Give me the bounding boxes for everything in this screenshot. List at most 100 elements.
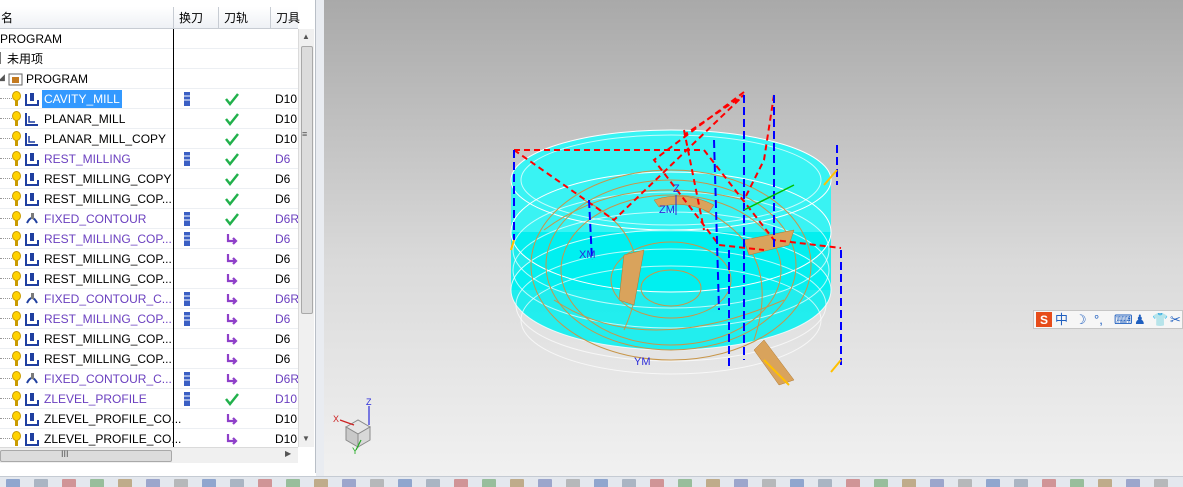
operation-row[interactable]: REST_MILLING_COPY D6: [0, 169, 298, 189]
toolbar-button-icon[interactable]: [874, 479, 888, 487]
operation-row[interactable]: REST_MILLING D6: [0, 149, 298, 169]
panel-splitter[interactable]: [316, 0, 324, 476]
tree-row-program[interactable]: ◢ PROGRAM: [0, 69, 298, 89]
column-header-name[interactable]: 名: [0, 7, 174, 29]
planar-mill-icon: [25, 113, 38, 126]
toolbar-button-icon[interactable]: [930, 479, 944, 487]
moon-icon[interactable]: ☽: [1075, 312, 1087, 328]
toolbar-button-icon[interactable]: [174, 479, 188, 487]
scroll-right-arrow-icon[interactable]: ▶: [285, 449, 291, 458]
operation-name: PLANAR_MILL_COPY: [44, 132, 167, 146]
operation-name: REST_MILLING_COPY: [44, 172, 172, 186]
toolbar-button-icon[interactable]: [566, 479, 580, 487]
toolbar-button-icon[interactable]: [90, 479, 104, 487]
horizontal-scrollbar[interactable]: ◀ III ▶: [0, 447, 298, 463]
column-header-tool[interactable]: 刀具: [271, 7, 311, 29]
toolbar-button-icon[interactable]: [958, 479, 972, 487]
tools-icon[interactable]: ✂: [1170, 312, 1181, 328]
toolbar-button-icon[interactable]: [706, 479, 720, 487]
toolbar-button-icon[interactable]: [1126, 479, 1140, 487]
toolbar-button-icon[interactable]: [538, 479, 552, 487]
tree-connector: [0, 438, 12, 439]
operation-row[interactable]: REST_MILLING_COP... D6: [0, 349, 298, 369]
ime-mode-chinese[interactable]: 中: [1055, 312, 1068, 328]
operation-row[interactable]: FIXED_CONTOUR_C... D6R: [0, 369, 299, 389]
vertical-scroll-thumb[interactable]: [301, 46, 313, 314]
toolbar-button-icon[interactable]: [482, 479, 496, 487]
operation-row[interactable]: REST_MILLING_COP... D6: [0, 249, 298, 269]
toolbar-button-icon[interactable]: [6, 479, 20, 487]
toolbar-button-icon[interactable]: [342, 479, 356, 487]
wheel-part-model: [510, 129, 832, 375]
toolbar-button-icon[interactable]: [34, 479, 48, 487]
toolbar-button-icon[interactable]: [902, 479, 916, 487]
toolbar-button-icon[interactable]: [622, 479, 636, 487]
operation-tool: D6: [275, 312, 291, 326]
tree-row-root[interactable]: PROGRAM: [0, 29, 298, 49]
operation-row[interactable]: ZLEVEL_PROFILE_CO... D10: [0, 429, 298, 449]
toolbar-button-icon[interactable]: [286, 479, 300, 487]
part-3d-view[interactable]: Z ZM YM XM Z X Y: [324, 0, 1183, 476]
operation-row[interactable]: ZLEVEL_PROFILE D10: [0, 389, 298, 409]
expand-arrow-icon[interactable]: ◢: [0, 72, 5, 83]
skin-icon[interactable]: 👕: [1152, 312, 1168, 328]
tree-connector: [0, 278, 12, 279]
toolbar-button-icon[interactable]: [454, 479, 468, 487]
toolpath-complete-check-icon: [225, 193, 239, 206]
operation-row[interactable]: REST_MILLING_COP... D6: [0, 309, 298, 329]
toolbar-button-icon[interactable]: [230, 479, 244, 487]
toolbar-button-icon[interactable]: [146, 479, 160, 487]
toolbar-button-icon[interactable]: [1070, 479, 1084, 487]
operation-name: FIXED_CONTOUR_C...: [44, 372, 172, 386]
view-triad[interactable]: Z X Y: [333, 397, 372, 456]
operation-row[interactable]: REST_MILLING_COP... D6: [0, 269, 298, 289]
operation-row[interactable]: PLANAR_MILL D10: [0, 109, 298, 129]
toolbar-button-icon[interactable]: [370, 479, 384, 487]
sogou-logo-icon[interactable]: S: [1036, 312, 1052, 327]
operation-row[interactable]: FIXED_CONTOUR_C... D6R: [0, 289, 299, 309]
toolbar-button-icon[interactable]: [1154, 479, 1168, 487]
toolbar-button-icon[interactable]: [118, 479, 132, 487]
operation-row[interactable]: ZLEVEL_PROFILE_CO... D10: [0, 409, 298, 429]
toolbar-button-icon[interactable]: [734, 479, 748, 487]
toolbar-button-icon[interactable]: [846, 479, 860, 487]
column-header-tool-change[interactable]: 换刀: [174, 7, 219, 29]
user-icon[interactable]: ♟: [1134, 312, 1146, 328]
tree-connector: [0, 258, 12, 259]
toolbar-button-icon[interactable]: [986, 479, 1000, 487]
operation-name: FIXED_CONTOUR_C...: [44, 292, 172, 306]
keyboard-icon[interactable]: ⌨: [1114, 312, 1133, 328]
toolbar-button-icon[interactable]: [790, 479, 804, 487]
toolbar-button-icon[interactable]: [1098, 479, 1112, 487]
toolbar-button-icon[interactable]: [594, 479, 608, 487]
operation-row[interactable]: REST_MILLING_COP... D6: [0, 229, 298, 249]
ime-toolbar[interactable]: S 中 ☽ °, ⌨ ♟ 👕 ✂: [1033, 310, 1183, 329]
toolbar-button-icon[interactable]: [202, 479, 216, 487]
scroll-down-arrow-icon[interactable]: ▼: [302, 434, 310, 443]
operation-row[interactable]: PLANAR_MILL_COPY D10: [0, 129, 298, 149]
toolbar-button-icon[interactable]: [818, 479, 832, 487]
toolbar-button-icon[interactable]: [650, 479, 664, 487]
scroll-up-arrow-icon[interactable]: ▲: [302, 32, 310, 41]
toolbar-button-icon[interactable]: [510, 479, 524, 487]
operation-row[interactable]: REST_MILLING_COP... D6: [0, 189, 298, 209]
column-header-toolpath[interactable]: 刀轨: [219, 7, 271, 29]
horizontal-scroll-thumb[interactable]: III: [0, 449, 172, 462]
punctuation-icon[interactable]: °,: [1094, 312, 1103, 328]
toolbar-button-icon[interactable]: [314, 479, 328, 487]
toolbar-button-icon[interactable]: [426, 479, 440, 487]
tree-root-label: PROGRAM: [0, 32, 63, 46]
operation-row[interactable]: REST_MILLING_COP... D6: [0, 329, 298, 349]
toolbar-button-icon[interactable]: [258, 479, 272, 487]
toolbar-button-icon[interactable]: [1042, 479, 1056, 487]
operation-row[interactable]: FIXED_CONTOUR D6R: [0, 209, 299, 229]
toolbar-button-icon[interactable]: [62, 479, 76, 487]
tree-row-unused[interactable]: 未用项: [0, 49, 298, 69]
graphics-window[interactable]: Z ZM YM XM Z X Y: [324, 0, 1183, 476]
toolbar-button-icon[interactable]: [678, 479, 692, 487]
toolbar-button-icon[interactable]: [1014, 479, 1028, 487]
operation-row[interactable]: CAVITY_MILL D10: [0, 89, 298, 109]
toolbar-button-icon[interactable]: [762, 479, 776, 487]
vertical-scrollbar[interactable]: ▲ ≡ ▼: [298, 29, 314, 447]
toolbar-button-icon[interactable]: [398, 479, 412, 487]
